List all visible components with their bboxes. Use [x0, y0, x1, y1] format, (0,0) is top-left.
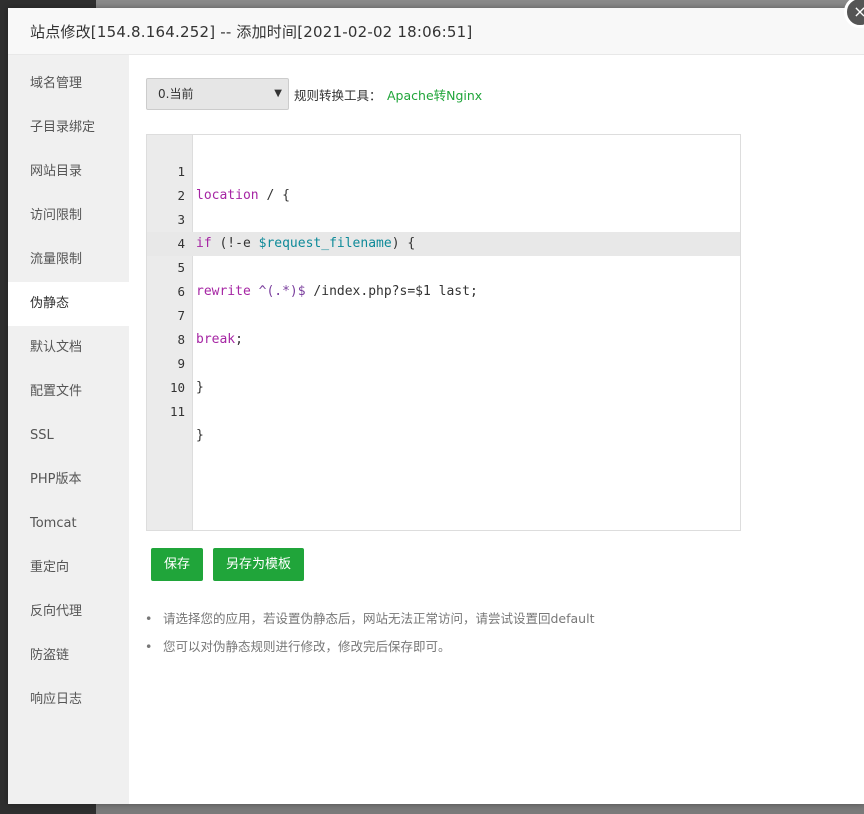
sidebar-item-default-doc[interactable]: 默认文档	[8, 326, 129, 370]
list-item: • 您可以对伪静态规则进行修改，修改完后保存即可。	[145, 639, 451, 654]
sidebar-item-config-file[interactable]: 配置文件	[8, 370, 129, 414]
tips-list: • 请选择您的应用，若设置伪静态后，网站无法正常访问，请尝试设置回default …	[145, 611, 594, 667]
code-line: 10	[147, 352, 740, 395]
select-value: 0.当前	[158, 87, 194, 101]
sidebar-item-rewrite[interactable]: 伪静态	[8, 282, 129, 326]
site-edit-modal: 站点修改[154.8.164.252] -- 添加时间[2021-02-02 1…	[8, 0, 864, 804]
rewrite-template-select[interactable]: 0.当前 ▼	[146, 78, 289, 110]
code-line: 7 break;	[147, 280, 740, 347]
background-top-strip	[96, 0, 864, 8]
modal-title: 站点修改[154.8.164.252] -- 添加时间[2021-02-02 1…	[30, 23, 473, 41]
sidebar-item-domain[interactable]: 域名管理	[8, 62, 129, 106]
sidebar-item-ssl[interactable]: SSL	[8, 414, 129, 458]
code-line: 8	[147, 304, 740, 347]
modal-header: 站点修改[154.8.164.252] -- 添加时间[2021-02-02 1…	[8, 8, 864, 55]
code-line: 6	[147, 256, 740, 299]
code-line: 3 if (!-e $request_filename) {	[147, 184, 740, 251]
apache-to-nginx-link[interactable]: Apache转Nginx	[387, 85, 482, 104]
code-line: 11 }	[147, 376, 740, 443]
tip-text: 您可以对伪静态规则进行修改，修改完后保存即可。	[163, 639, 451, 654]
code-line: 9 }	[147, 328, 740, 395]
tip-text: 请选择您的应用，若设置伪静态后，网站无法正常访问，请尝试设置回default	[163, 611, 595, 626]
sidebar-item-access-limit[interactable]: 访问限制	[8, 194, 129, 238]
sidebar-item-php-version[interactable]: PHP版本	[8, 458, 129, 502]
background-bottom-strip	[96, 804, 864, 814]
sidebar: 域名管理 子目录绑定 网站目录 访问限制 流量限制 伪静态 默认文档 配置文件 …	[8, 55, 129, 804]
sidebar-item-site-dir[interactable]: 网站目录	[8, 150, 129, 194]
list-item: • 请选择您的应用，若设置伪静态后，网站无法正常访问，请尝试设置回default	[145, 611, 595, 626]
code-line: 1 location / {	[147, 136, 740, 203]
rule-convert-label: 规则转换工具：	[294, 88, 382, 103]
sidebar-item-subdir-bind[interactable]: 子目录绑定	[8, 106, 129, 150]
code-line: 5 rewrite ^(.*)$ /index.php?s=$1 last;	[147, 232, 740, 299]
code-editor[interactable]: 1 location / { 2 3 if (!-e $request_file…	[146, 134, 741, 531]
save-button[interactable]: 保存	[151, 548, 203, 581]
sidebar-item-response-log[interactable]: 响应日志	[8, 678, 129, 722]
line-number: 11	[169, 404, 185, 419]
save-as-template-button[interactable]: 另存为模板	[213, 548, 304, 581]
sidebar-item-redirect[interactable]: 重定向	[8, 546, 129, 590]
sidebar-item-traffic-limit[interactable]: 流量限制	[8, 238, 129, 282]
rewrite-panel: 0.当前 ▼ 规则转换工具： Apache转Nginx 1 location /…	[129, 55, 864, 804]
code-line: 2	[147, 160, 740, 203]
code-text: }	[196, 428, 204, 443]
sidebar-item-hotlink-protection[interactable]: 防盗链	[8, 634, 129, 678]
code-line: 4	[147, 208, 740, 251]
chevron-down-icon: ▼	[274, 88, 282, 99]
sidebar-item-reverse-proxy[interactable]: 反向代理	[8, 590, 129, 634]
sidebar-item-tomcat[interactable]: Tomcat	[8, 502, 129, 546]
